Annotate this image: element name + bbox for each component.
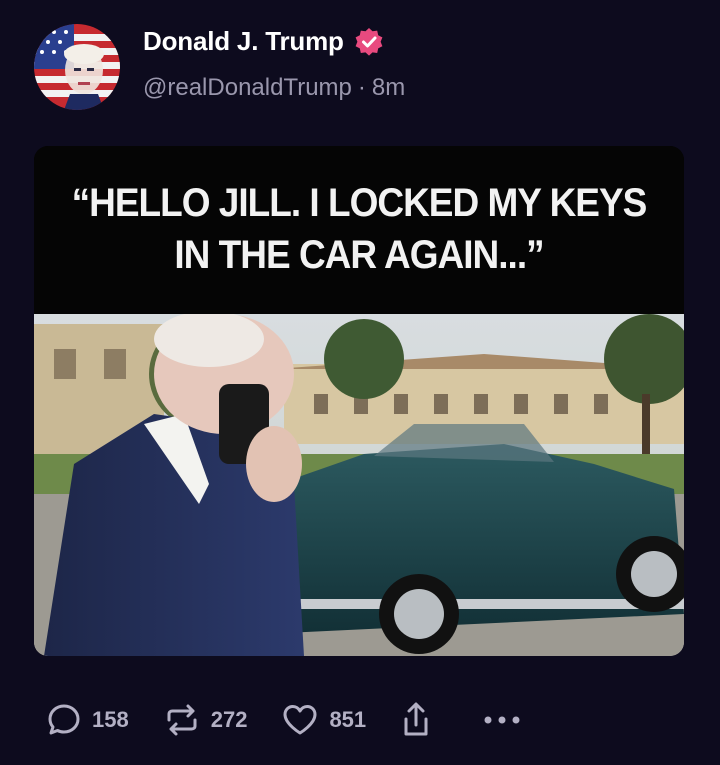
- heart-icon: [283, 705, 317, 735]
- like-count: 851: [329, 707, 367, 732]
- meme-caption-line-2: IN THE CAR AGAIN...”: [174, 232, 544, 277]
- post-timestamp[interactable]: 8m: [372, 74, 405, 101]
- meme-photo: [34, 314, 684, 656]
- repost-icon: [167, 704, 197, 736]
- avatar-image: [34, 24, 120, 110]
- share-button[interactable]: [400, 701, 432, 739]
- share-icon: [404, 702, 428, 736]
- meme-caption-line-1: “HELLO JILL. I LOCKED MY KEYS: [71, 180, 648, 225]
- reply-icon: [48, 704, 80, 735]
- author-meta: @realDonaldTrump · 8m: [143, 74, 411, 102]
- post-actions: 158 272 851: [46, 698, 556, 742]
- more-icon: [484, 716, 520, 724]
- post-card: Donald J. Trump @realDonaldTrump · 8m “HEL…: [0, 0, 720, 765]
- meta-separator: ·: [357, 74, 366, 101]
- author-handle[interactable]: @realDonaldTrump: [143, 74, 352, 101]
- repost-count: 272: [210, 707, 248, 732]
- repost-button[interactable]: 272: [163, 702, 248, 738]
- author-display-name[interactable]: Donald J. Trump: [143, 26, 344, 57]
- author-name-row: Donald J. Trump: [143, 26, 384, 57]
- more-button[interactable]: [482, 714, 522, 726]
- meme-caption: “HELLO JILL. I LOCKED MY KEYS IN THE CAR…: [34, 146, 684, 319]
- like-button[interactable]: 851: [281, 702, 366, 738]
- reply-button[interactable]: 158: [46, 702, 129, 738]
- author-avatar[interactable]: [34, 24, 120, 110]
- reply-count: 158: [92, 707, 129, 732]
- verified-badge-icon: [355, 27, 383, 56]
- post-media[interactable]: “HELLO JILL. I LOCKED MY KEYS IN THE CAR…: [34, 146, 684, 656]
